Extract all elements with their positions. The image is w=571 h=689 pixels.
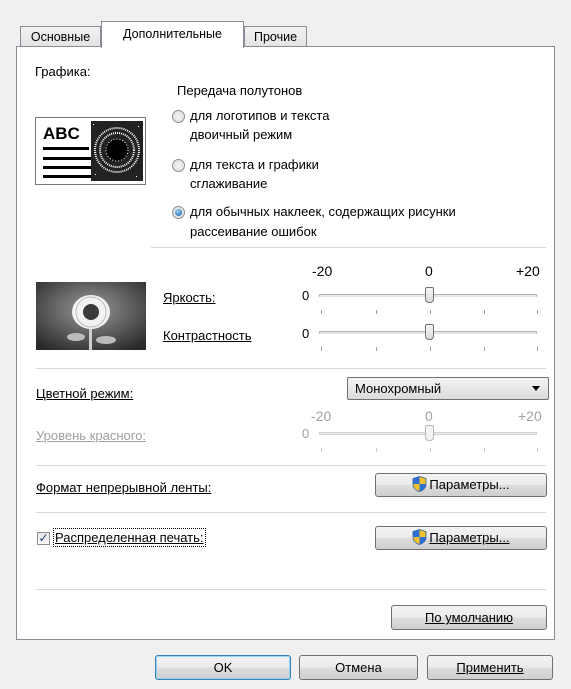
red-scale-max-label: +20 xyxy=(518,408,542,424)
tab-basic-label: Основные xyxy=(30,30,91,44)
cancel-label: Отмена xyxy=(335,660,382,675)
preview-abc-text: ABC xyxy=(43,124,80,143)
tick xyxy=(537,310,538,314)
tick xyxy=(321,448,322,452)
tick xyxy=(484,310,485,314)
cancel-button[interactable]: Отмена xyxy=(299,655,418,680)
uac-shield-icon xyxy=(413,476,427,492)
halftone-option-error-diffusion-line2: рассеивание ошибок xyxy=(190,224,317,239)
halftone-radio-smoothing[interactable] xyxy=(172,159,185,172)
tick xyxy=(376,347,377,351)
halftone-radio-error-diffusion[interactable] xyxy=(172,206,185,219)
tab-advanced[interactable]: Дополнительные xyxy=(101,21,244,48)
color-mode-selected-value: Монохромный xyxy=(355,381,442,396)
tick xyxy=(321,347,322,351)
halftone-option-smoothing-line1[interactable]: для текста и графики xyxy=(190,157,319,172)
tick xyxy=(376,448,377,452)
halftone-title: Передача полутонов xyxy=(177,83,303,98)
preview-line xyxy=(43,175,91,178)
halftone-option-smoothing-line2: сглаживание xyxy=(190,176,268,191)
brightness-value: 0 xyxy=(302,288,310,303)
tab-other-label: Прочие xyxy=(253,30,298,44)
continuous-tape-label: Формат непрерывной ленты: xyxy=(36,480,212,495)
tick xyxy=(321,310,322,314)
ok-button[interactable]: OK xyxy=(155,655,291,680)
preview-line xyxy=(43,157,91,160)
sunflower-photo-icon xyxy=(36,282,146,350)
color-mode-select[interactable]: Монохромный xyxy=(347,377,549,400)
halftone-preview-image: ABC xyxy=(35,117,146,185)
tick xyxy=(430,448,431,452)
divider xyxy=(36,368,546,369)
tick xyxy=(537,448,538,452)
tick xyxy=(430,310,431,314)
preview-line xyxy=(43,147,89,150)
tab-advanced-label: Дополнительные xyxy=(123,27,222,41)
contrast-value: 0 xyxy=(302,326,310,341)
halftone-option-binary-line1[interactable]: для логотипов и текста xyxy=(190,108,329,123)
red-level-label: Уровень красного: xyxy=(36,428,147,443)
sunflower-dither-icon xyxy=(91,121,143,181)
uac-shield-icon xyxy=(413,529,427,545)
divider xyxy=(36,465,546,466)
brightness-label: Яркость: xyxy=(163,290,216,305)
halftone-option-binary-line2: двоичный режим xyxy=(190,127,293,142)
tick xyxy=(484,347,485,351)
tick xyxy=(537,347,538,351)
color-mode-label: Цветной режим: xyxy=(36,386,134,401)
restore-defaults-label: По умолчанию xyxy=(425,610,513,625)
distributed-printing-checkbox[interactable]: ✓ xyxy=(37,532,50,545)
tick xyxy=(376,310,377,314)
halftone-option-error-diffusion-line1[interactable]: для обычных наклеек, содержащих рисунки xyxy=(190,204,456,219)
red-scale-mid-label: 0 xyxy=(425,408,433,424)
divider xyxy=(36,512,546,513)
tab-other[interactable]: Прочие xyxy=(244,26,307,46)
apply-button[interactable]: Применить xyxy=(427,655,553,680)
distributed-printing-settings-button[interactable]: Параметры... xyxy=(375,526,547,550)
red-scale-min-label: -20 xyxy=(311,408,332,424)
brightness-slider-thumb[interactable] xyxy=(425,287,434,303)
divider xyxy=(36,589,546,590)
divider xyxy=(151,247,546,248)
chevron-down-icon xyxy=(532,386,540,391)
apply-label: Применить xyxy=(456,660,524,675)
contrast-slider-thumb[interactable] xyxy=(425,324,434,340)
graphics-label: Графика: xyxy=(35,64,91,79)
halftone-radio-binary[interactable] xyxy=(172,110,185,123)
tick xyxy=(484,448,485,452)
scale-max-label: +20 xyxy=(516,263,540,279)
distributed-printing-settings-label: Параметры... xyxy=(429,530,510,545)
contrast-label: Контрастность xyxy=(163,328,252,343)
tick xyxy=(430,347,431,351)
tab-basic[interactable]: Основные xyxy=(20,26,101,46)
ok-label: OK xyxy=(213,660,233,675)
red-level-slider-thumb xyxy=(425,425,434,441)
restore-defaults-button[interactable]: По умолчанию xyxy=(391,605,547,630)
continuous-tape-settings-label: Параметры... xyxy=(429,477,510,492)
scale-min-label: -20 xyxy=(312,263,333,279)
continuous-tape-settings-button[interactable]: Параметры... xyxy=(375,473,547,497)
red-level-value: 0 xyxy=(302,426,310,441)
scale-mid-label: 0 xyxy=(425,263,433,279)
distributed-printing-label[interactable]: Распределенная печать: xyxy=(53,528,206,547)
preview-line xyxy=(43,166,91,169)
